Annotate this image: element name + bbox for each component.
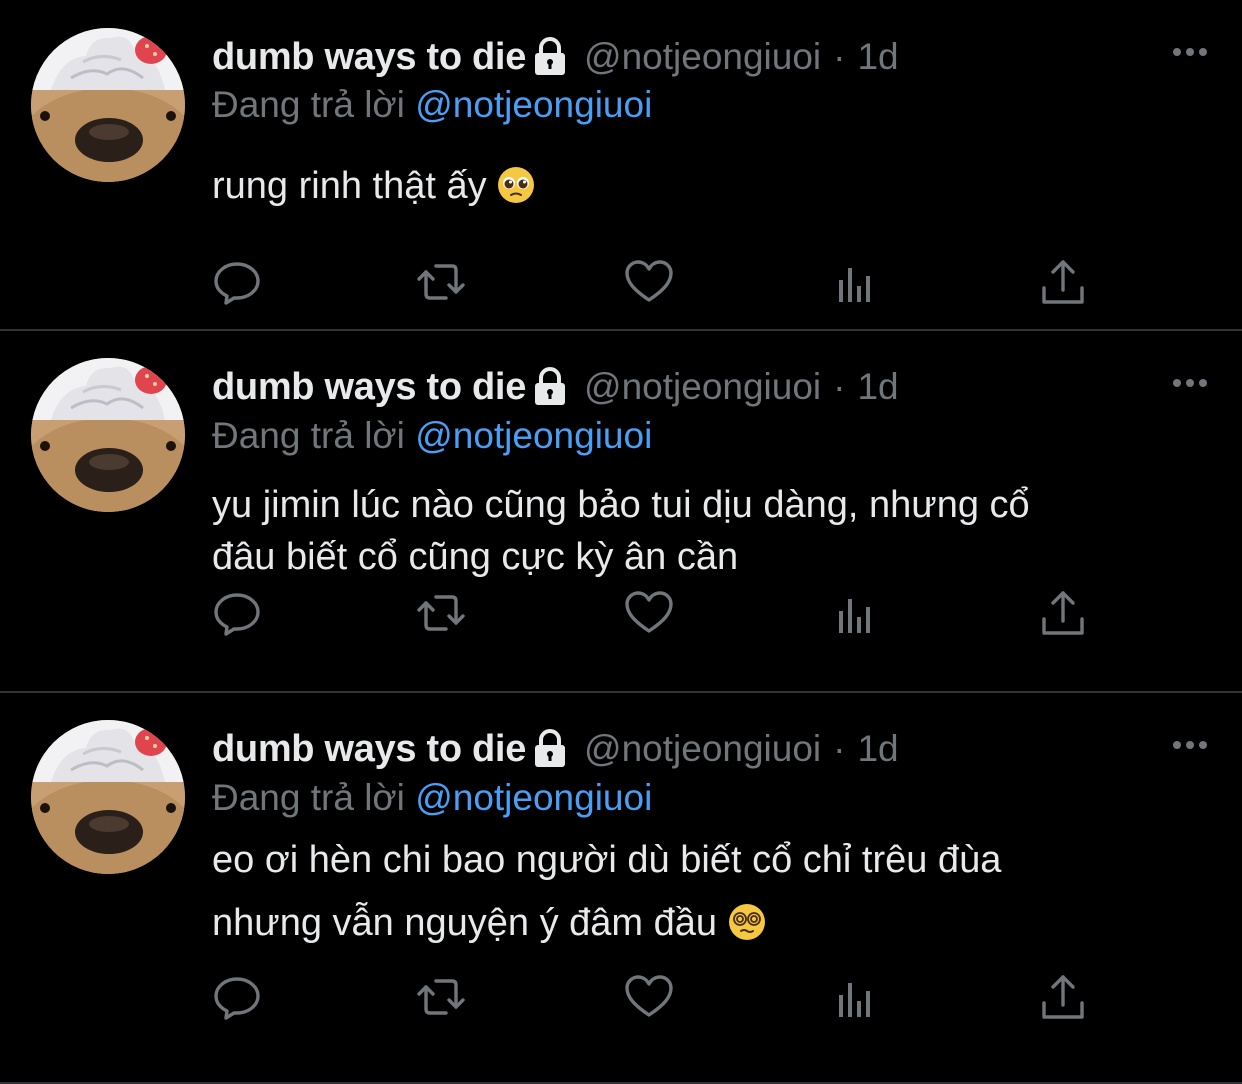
reply-mention-link[interactable]: @notjeongiuoi: [415, 415, 652, 456]
tweet-text: yu jimin lúc nào cũng bảo tui dịu dàng, …: [212, 479, 1202, 583]
tweet-text-line: đâu biết cổ cũng cực kỳ ân cần: [212, 536, 739, 578]
reply-mention-link[interactable]: @notjeongiuoi: [415, 84, 652, 125]
tweet-header: dumb ways to die @notjeongiuoi · 1d: [212, 364, 899, 410]
display-name[interactable]: dumb ways to die: [212, 728, 526, 771]
lock-icon: [532, 729, 568, 769]
avatar-image: [31, 28, 185, 182]
heart-icon[interactable]: [624, 589, 674, 637]
more-options-icon[interactable]: [1170, 731, 1210, 759]
timestamp[interactable]: 1d: [857, 366, 898, 408]
lock-icon: [532, 367, 568, 407]
tweet[interactable]: dumb ways to die @notjeongiuoi · 1d Đang…: [0, 331, 1242, 693]
replying-to: Đang trả lời @notjeongiuoi: [212, 84, 652, 126]
timestamp[interactable]: 1d: [857, 36, 898, 78]
separator-dot: ·: [833, 728, 846, 769]
reply-mention-link[interactable]: @notjeongiuoi: [415, 777, 652, 818]
heart-icon[interactable]: [624, 973, 674, 1021]
handle[interactable]: @notjeongiuoi: [584, 366, 821, 408]
action-bar: [212, 589, 1092, 637]
tweet[interactable]: dumb ways to die @notjeongiuoi · 1d Đang…: [0, 0, 1242, 331]
action-bar: [212, 258, 1092, 306]
avatar[interactable]: [31, 28, 185, 182]
handle[interactable]: @notjeongiuoi: [584, 728, 821, 770]
reply-icon[interactable]: [212, 589, 262, 637]
tweet-text-line: yu jimin lúc nào cũng bảo tui dịu dàng, …: [212, 484, 1030, 526]
more-options-icon[interactable]: [1170, 38, 1210, 66]
replying-to: Đang trả lời @notjeongiuoi: [212, 415, 652, 457]
replying-to-label: Đang trả lời: [212, 415, 405, 456]
pleading-face-emoji: [497, 166, 535, 204]
lock-icon: [532, 37, 568, 77]
reply-icon[interactable]: [212, 258, 262, 306]
tweet-header: dumb ways to die @notjeongiuoi · 1d: [212, 726, 899, 772]
tweet[interactable]: dumb ways to die @notjeongiuoi · 1d Đang…: [0, 693, 1242, 1084]
tweet-text-line: eo ơi hèn chi bao người dù biết cổ chỉ t…: [212, 839, 1002, 881]
retweet-icon[interactable]: [416, 973, 466, 1021]
avatar-image: [31, 720, 185, 874]
tweet-header: dumb ways to die @notjeongiuoi · 1d: [212, 34, 899, 80]
replying-to: Đang trả lời @notjeongiuoi: [212, 777, 652, 819]
avatar[interactable]: [31, 358, 185, 512]
action-bar: [212, 973, 1092, 1021]
views-icon[interactable]: [832, 258, 882, 306]
display-name[interactable]: dumb ways to die: [212, 36, 526, 79]
timestamp[interactable]: 1d: [857, 728, 898, 770]
avatar[interactable]: [31, 720, 185, 874]
replying-to-label: Đang trả lời: [212, 777, 405, 818]
avatar-image: [31, 358, 185, 512]
display-name[interactable]: dumb ways to die: [212, 366, 526, 409]
separator-dot: ·: [833, 36, 846, 77]
handle[interactable]: @notjeongiuoi: [584, 36, 821, 78]
retweet-icon[interactable]: [416, 589, 466, 637]
share-icon[interactable]: [1038, 589, 1088, 637]
reply-icon[interactable]: [212, 973, 262, 1021]
tweet-text: eo ơi hèn chi bao người dù biết cổ chỉ t…: [212, 829, 1202, 955]
tweet-text-line: rung rinh thật ấy: [212, 165, 487, 207]
views-icon[interactable]: [832, 589, 882, 637]
more-options-icon[interactable]: [1170, 369, 1210, 397]
separator-dot: ·: [833, 366, 846, 407]
tweet-text-line-with-emoji: nhưng vẫn nguyện ý đâm đầu: [212, 892, 1202, 955]
dizzy-face-emoji: [728, 903, 766, 941]
replying-to-label: Đang trả lời: [212, 84, 405, 125]
share-icon[interactable]: [1038, 973, 1088, 1021]
retweet-icon[interactable]: [416, 258, 466, 306]
share-icon[interactable]: [1038, 258, 1088, 306]
heart-icon[interactable]: [624, 258, 674, 306]
tweet-text: rung rinh thật ấy: [212, 160, 1202, 212]
views-icon[interactable]: [832, 973, 882, 1021]
tweet-text-line: nhưng vẫn nguyện ý đâm đầu: [212, 902, 718, 944]
